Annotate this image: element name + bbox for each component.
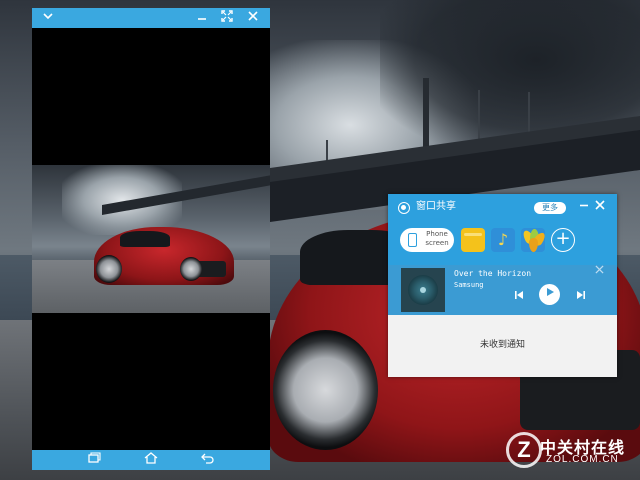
- now-playing-bar: Over the Horizon Samsung: [388, 265, 617, 315]
- gallery-app-icon[interactable]: [521, 228, 548, 252]
- wallpaper-car-wheel: [273, 330, 378, 450]
- song-title: Over the Horizon: [454, 269, 532, 278]
- watermark-en-text: ZOL.COM.CN: [546, 454, 619, 465]
- phone-icon: [408, 233, 417, 247]
- chevron-down-icon[interactable]: [40, 10, 56, 26]
- album-cover: [401, 268, 445, 312]
- expand-icon[interactable]: [219, 10, 235, 26]
- back-icon[interactable]: [198, 452, 218, 468]
- gallery-petal: [529, 238, 538, 252]
- photo-car-wheel: [180, 257, 202, 281]
- share-panel-title: 窗口共享: [416, 201, 456, 212]
- disc-icon: [408, 275, 438, 305]
- home-icon[interactable]: [141, 452, 161, 468]
- recent-apps-icon[interactable]: [84, 452, 104, 468]
- minimize-icon[interactable]: [194, 10, 210, 26]
- share-panel-header: 窗口共享 更多 Phone screen ♪ +: [388, 194, 617, 265]
- phone-mirror-window: [32, 8, 270, 470]
- notes-app-icon[interactable]: [461, 228, 485, 252]
- more-button[interactable]: 更多: [534, 202, 566, 214]
- photo-car-wheel: [96, 255, 122, 283]
- previous-track-icon[interactable]: [513, 290, 525, 302]
- close-icon[interactable]: [593, 265, 605, 277]
- music-app-icon[interactable]: ♪: [491, 228, 515, 252]
- close-icon[interactable]: [245, 10, 261, 26]
- window-share-panel: 窗口共享 更多 Phone screen ♪ + Over the Horizo…: [388, 194, 617, 377]
- app-logo-icon: [398, 202, 410, 214]
- notification-empty-text: 未收到通知: [479, 340, 525, 350]
- song-artist: Samsung: [454, 281, 484, 289]
- zol-watermark: Z 中关村在线 ZOL.COM.CN: [500, 430, 640, 480]
- photo-car-window: [120, 231, 170, 247]
- play-icon[interactable]: [539, 284, 560, 305]
- next-track-icon[interactable]: [575, 290, 587, 302]
- close-icon[interactable]: [593, 199, 607, 213]
- phone-nav-bar: [32, 450, 270, 470]
- zol-logo: Z: [506, 432, 542, 468]
- minimize-icon[interactable]: [577, 199, 591, 213]
- phone-screen-button[interactable]: Phone screen: [400, 228, 454, 252]
- phone-screen-label: Phone screen: [425, 230, 449, 247]
- phone-screen-display[interactable]: [32, 28, 270, 450]
- add-icon[interactable]: +: [551, 228, 575, 252]
- phone-window-titlebar[interactable]: [32, 8, 270, 28]
- shared-apps-row: Phone screen ♪ +: [400, 228, 610, 252]
- phone-photo-red-car[interactable]: [32, 165, 270, 313]
